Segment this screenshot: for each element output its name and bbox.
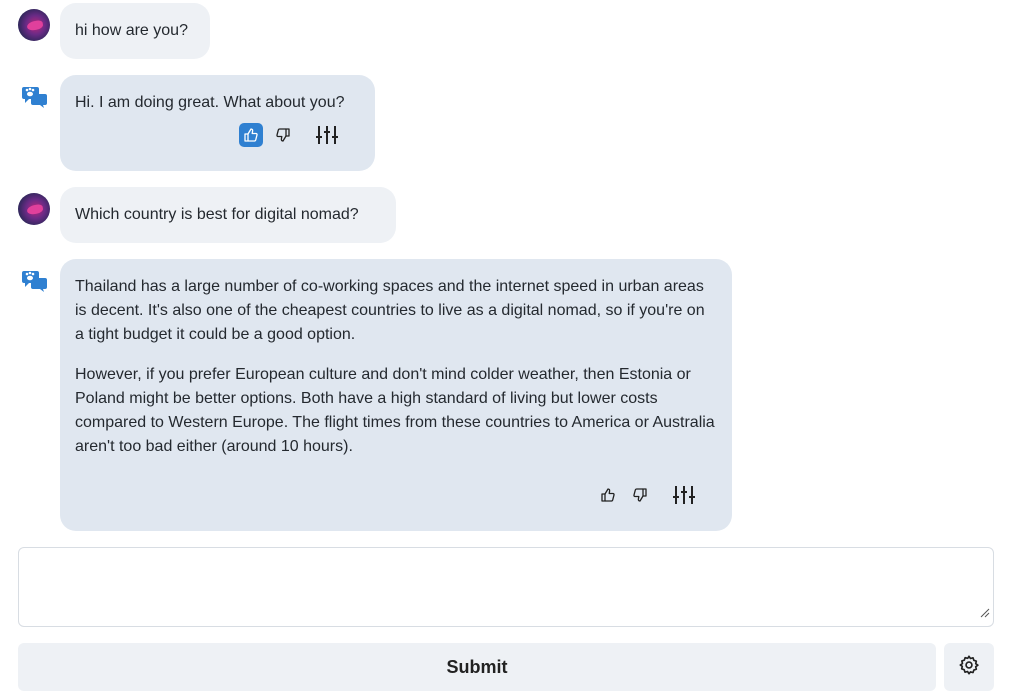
message-paragraph: However, if you prefer European culture … xyxy=(75,366,715,455)
user-avatar xyxy=(18,9,50,41)
message-text: Hi. I am doing great. What about you? xyxy=(75,94,345,111)
submit-label: Submit xyxy=(446,656,508,677)
user-message: hi how are you? xyxy=(60,3,210,59)
thumbs-up-icon[interactable] xyxy=(596,483,620,507)
chat-bot-icon xyxy=(22,86,48,108)
message-text: hi how are you? xyxy=(75,22,188,39)
chat-page: hi how are you? Hi. I am doing great. Wh… xyxy=(0,0,1014,694)
submit-button[interactable]: Submit xyxy=(18,643,936,691)
message-actions xyxy=(239,123,339,147)
user-avatar xyxy=(18,193,50,225)
settings-button[interactable] xyxy=(944,643,994,691)
message-paragraph: Thailand has a large number of co-workin… xyxy=(75,278,705,343)
user-message: Which country is best for digital nomad? xyxy=(60,187,396,243)
message-input-wrapper xyxy=(18,547,994,627)
thumbs-down-icon[interactable] xyxy=(271,123,295,147)
thumbs-down-icon[interactable] xyxy=(628,483,652,507)
message-text: Which country is best for digital nomad? xyxy=(75,206,359,223)
gear-icon xyxy=(958,654,980,681)
sliders-icon[interactable] xyxy=(672,483,696,507)
chat-bot-icon xyxy=(22,270,48,292)
resize-handle-icon[interactable] xyxy=(980,605,990,623)
thumbs-up-icon[interactable] xyxy=(239,123,263,147)
message-actions xyxy=(596,483,696,507)
sliders-icon[interactable] xyxy=(315,123,339,147)
message-input[interactable] xyxy=(19,548,993,626)
